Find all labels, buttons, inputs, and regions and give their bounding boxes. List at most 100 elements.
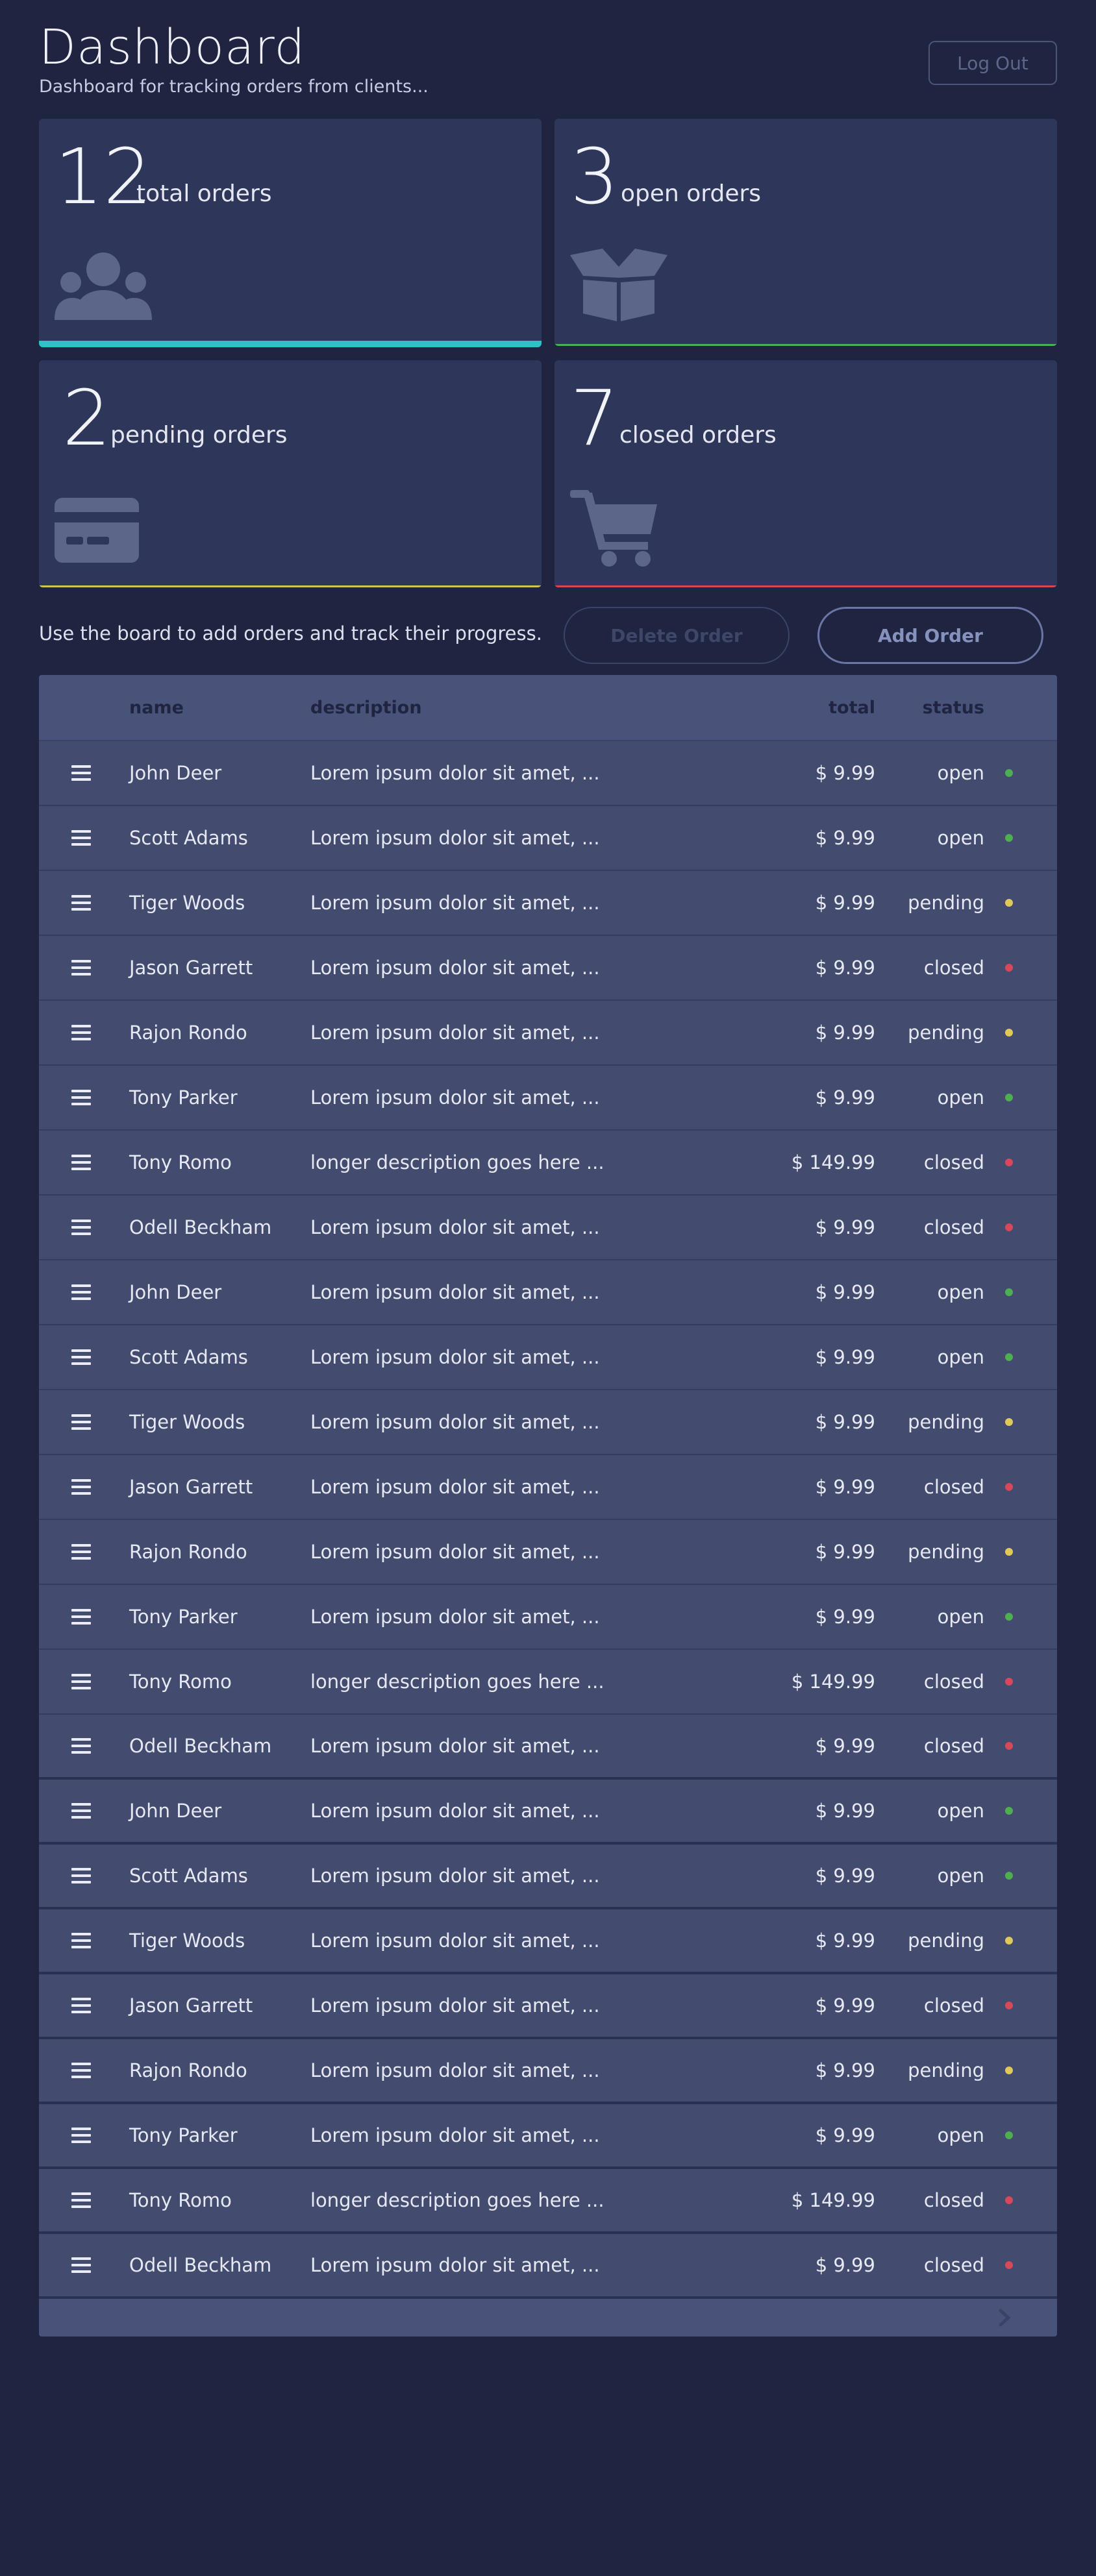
table-row[interactable]: Tony Romo longer description goes here ..…	[39, 1650, 1057, 1715]
drag-handle-icon[interactable]	[65, 2104, 97, 2166]
table-row[interactable]: Scott Adams Lorem ipsum dolor sit amet, .…	[39, 806, 1057, 871]
row-description: Lorem ipsum dolor sit amet, ...	[310, 892, 600, 914]
row-description: Lorem ipsum dolor sit amet, ...	[310, 1411, 600, 1433]
drag-handle-icon[interactable]	[65, 1520, 97, 1584]
table-row[interactable]: Scott Adams Lorem ipsum dolor sit amet, .…	[39, 1845, 1057, 1909]
table-row[interactable]: John Deer Lorem ipsum dolor sit amet, ...…	[39, 741, 1057, 806]
table-row[interactable]: Odell Beckham Lorem ipsum dolor sit amet,…	[39, 1196, 1057, 1260]
row-total: $ 9.99	[815, 2254, 875, 2276]
card-count: 3	[570, 132, 619, 221]
table-row[interactable]: John Deer Lorem ipsum dolor sit amet, ...…	[39, 1780, 1057, 1845]
table-row[interactable]: Rajon Rondo Lorem ipsum dolor sit amet, .…	[39, 1001, 1057, 1066]
table-row[interactable]: Rajon Rondo Lorem ipsum dolor sit amet, .…	[39, 2039, 1057, 2104]
row-total: $ 9.99	[815, 1476, 875, 1498]
row-description: Lorem ipsum dolor sit amet, ...	[310, 1735, 600, 1757]
table-row[interactable]: Tony Romo longer description goes here ..…	[39, 1131, 1057, 1196]
add-order-button[interactable]: Add Order	[817, 607, 1043, 664]
row-description: Lorem ipsum dolor sit amet, ...	[310, 1800, 600, 1822]
status-dot	[1005, 741, 1014, 805]
row-total: $ 9.99	[815, 1735, 875, 1757]
row-status: pending	[908, 1022, 984, 1044]
row-total: $ 9.99	[815, 762, 875, 784]
credit-card-icon	[55, 490, 152, 568]
logout-button[interactable]: Log Out	[928, 41, 1057, 85]
table-row[interactable]: Rajon Rondo Lorem ipsum dolor sit amet, .…	[39, 1520, 1057, 1585]
drag-handle-icon[interactable]	[65, 1131, 97, 1194]
card-count: 12	[55, 132, 153, 221]
row-description: Lorem ipsum dolor sit amet, ...	[310, 827, 600, 849]
column-header-total[interactable]: total	[828, 698, 875, 718]
drag-handle-icon[interactable]	[65, 1325, 97, 1389]
row-status: pending	[908, 2059, 984, 2081]
table-row[interactable]: Tony Parker Lorem ipsum dolor sit amet, .…	[39, 2104, 1057, 2169]
drag-handle-icon[interactable]	[65, 1390, 97, 1454]
row-description: longer description goes here ...	[310, 1671, 604, 1693]
status-dot	[1005, 1001, 1014, 1064]
status-dot	[1005, 1974, 1014, 2037]
drag-handle-icon[interactable]	[65, 1974, 97, 2037]
delete-order-button[interactable]: Delete Order	[564, 607, 790, 664]
row-description: Lorem ipsum dolor sit amet, ...	[310, 2124, 600, 2146]
drag-handle-icon[interactable]	[65, 1780, 97, 1842]
table-row[interactable]: Odell Beckham Lorem ipsum dolor sit amet,…	[39, 1715, 1057, 1780]
table-row[interactable]: Tiger Woods Lorem ipsum dolor sit amet, .…	[39, 1390, 1057, 1455]
drag-handle-icon[interactable]	[65, 806, 97, 870]
card-accent-bar	[554, 585, 1057, 587]
table-row[interactable]: Tony Parker Lorem ipsum dolor sit amet, .…	[39, 1585, 1057, 1650]
chevron-right-icon[interactable]	[995, 2308, 1014, 2327]
drag-handle-icon[interactable]	[65, 1196, 97, 1259]
status-dot	[1005, 1325, 1014, 1389]
row-description: longer description goes here ...	[310, 2189, 604, 2211]
table-row[interactable]: Tony Parker Lorem ipsum dolor sit amet, .…	[39, 1066, 1057, 1131]
table-row[interactable]: Jason Garrett Lorem ipsum dolor sit amet,…	[39, 1974, 1057, 2039]
column-header-description[interactable]: description	[310, 698, 422, 718]
row-name: Tony Parker	[129, 1086, 238, 1109]
row-total: $ 9.99	[815, 1865, 875, 1887]
row-total: $ 9.99	[815, 1022, 875, 1044]
row-total: $ 9.99	[815, 2059, 875, 2081]
row-status: open	[937, 1346, 984, 1368]
table-row[interactable]: Jason Garrett Lorem ipsum dolor sit amet,…	[39, 1455, 1057, 1520]
column-header-name[interactable]: name	[129, 698, 184, 718]
card-count: 7	[570, 373, 619, 463]
table-row[interactable]: Tiger Woods Lorem ipsum dolor sit amet, .…	[39, 1909, 1057, 1974]
drag-handle-icon[interactable]	[65, 1715, 97, 1777]
table-body: John Deer Lorem ipsum dolor sit amet, ...…	[39, 741, 1057, 2299]
drag-handle-icon[interactable]	[65, 2169, 97, 2231]
drag-handle-icon[interactable]	[65, 1650, 97, 1713]
drag-handle-icon[interactable]	[65, 871, 97, 935]
row-status: pending	[908, 892, 984, 914]
row-status: closed	[923, 957, 984, 979]
status-dot	[1005, 2169, 1014, 2231]
table-row[interactable]: Jason Garrett Lorem ipsum dolor sit amet,…	[39, 936, 1057, 1001]
column-header-status[interactable]: status	[923, 698, 984, 718]
row-description: Lorem ipsum dolor sit amet, ...	[310, 1346, 600, 1368]
row-description: Lorem ipsum dolor sit amet, ...	[310, 762, 600, 784]
drag-handle-icon[interactable]	[65, 741, 97, 805]
row-total: $ 9.99	[815, 1994, 875, 2017]
status-dot	[1005, 1455, 1014, 1519]
table-row[interactable]: Odell Beckham Lorem ipsum dolor sit amet,…	[39, 2234, 1057, 2299]
table-row[interactable]: Scott Adams Lorem ipsum dolor sit amet, .…	[39, 1325, 1057, 1390]
table-row[interactable]: John Deer Lorem ipsum dolor sit amet, ...…	[39, 1260, 1057, 1325]
drag-handle-icon[interactable]	[65, 1585, 97, 1649]
row-description: Lorem ipsum dolor sit amet, ...	[310, 957, 600, 979]
drag-handle-icon[interactable]	[65, 1066, 97, 1129]
drag-handle-icon[interactable]	[65, 936, 97, 1000]
table-row[interactable]: Tony Romo longer description goes here ..…	[39, 2169, 1057, 2234]
drag-handle-icon[interactable]	[65, 2234, 97, 2296]
drag-handle-icon[interactable]	[65, 1455, 97, 1519]
row-status: open	[937, 1606, 984, 1628]
table-row[interactable]: Tiger Woods Lorem ipsum dolor sit amet, .…	[39, 871, 1057, 936]
row-total: $ 9.99	[815, 1281, 875, 1303]
row-name: Odell Beckham	[129, 1216, 272, 1238]
drag-handle-icon[interactable]	[65, 1909, 97, 1972]
drag-handle-icon[interactable]	[65, 2039, 97, 2102]
row-status: open	[937, 1086, 984, 1109]
drag-handle-icon[interactable]	[65, 1260, 97, 1324]
row-status: closed	[923, 1671, 984, 1693]
table-header: name description total status	[39, 675, 1057, 741]
drag-handle-icon[interactable]	[65, 1845, 97, 1907]
drag-handle-icon[interactable]	[65, 1001, 97, 1064]
open-box-icon	[570, 249, 667, 326]
